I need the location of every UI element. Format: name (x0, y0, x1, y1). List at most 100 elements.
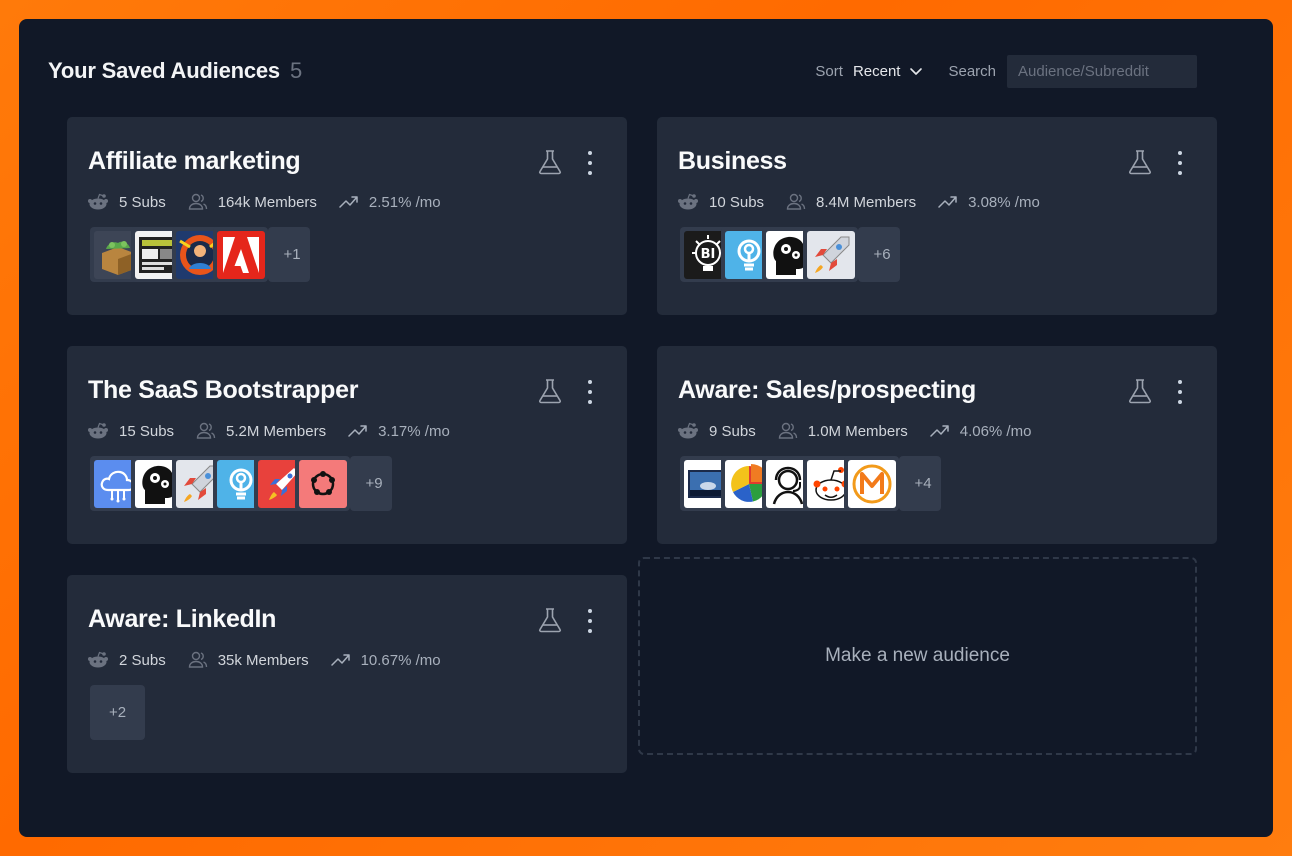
more-options-icon[interactable] (1170, 378, 1190, 406)
growth-stat: 2.51% /mo (339, 194, 441, 211)
reddit-icon (678, 193, 698, 210)
subreddit-thumbnails: BI +6 (680, 227, 900, 282)
audience-count: 5 (289, 58, 303, 83)
subreddit-thumb[interactable] (803, 227, 858, 282)
users-icon (196, 422, 216, 439)
users-icon (778, 422, 797, 439)
more-subs-badge[interactable]: +1 (268, 227, 310, 282)
subs-stat: 10 Subs (677, 193, 764, 211)
audience-card[interactable]: Aware: Sales/prospecting 9 Subs 1.0M Mem… (657, 346, 1217, 544)
search-input[interactable] (1007, 54, 1197, 88)
more-options-icon[interactable] (1170, 149, 1190, 177)
members-count: 35k Members (217, 651, 309, 669)
audience-stats: 5 Subs 164k Members 2.51% /mo (87, 193, 463, 211)
trending-up-icon (330, 654, 350, 666)
audience-name: Aware: LinkedIn (88, 605, 277, 633)
members-stat: 35k Members (188, 651, 309, 669)
more-subs-badge[interactable]: +4 (899, 456, 941, 511)
members-stat: 5.2M Members (196, 422, 326, 440)
audience-card[interactable]: The SaaS Bootstrapper 15 Subs 5.2M Membe… (67, 346, 627, 544)
more-subs-badge[interactable]: +2 (90, 685, 145, 740)
flask-icon[interactable] (1125, 376, 1155, 406)
adobe-icon (222, 236, 259, 273)
reddit-icon (88, 651, 108, 668)
growth-stat: 3.08% /mo (938, 194, 1040, 211)
subreddit-thumb[interactable] (213, 227, 268, 282)
subs-stat: 15 Subs (87, 422, 174, 440)
audience-card[interactable]: Business 10 Subs 8.4M Members 3.08% /mo … (657, 117, 1217, 315)
subs-count: 10 Subs (709, 193, 765, 211)
rocket-icon (814, 236, 849, 273)
growth-rate: 2.51% /mo (368, 193, 441, 211)
subreddit-thumbnails: +9 (90, 456, 392, 511)
audience-card[interactable]: Affiliate marketing 5 Subs 164k Members … (67, 117, 627, 315)
more-options-icon[interactable] (580, 607, 600, 635)
growth-stat: 4.06% /mo (929, 422, 1032, 440)
trending-up-icon (348, 425, 367, 437)
audience-name: Affiliate marketing (88, 147, 301, 175)
flask-icon[interactable] (1125, 147, 1155, 177)
users-icon (188, 651, 207, 668)
more-options-icon[interactable] (580, 149, 600, 177)
audience-stats: 15 Subs 5.2M Members 3.17% /mo (87, 422, 472, 440)
audience-stats: 9 Subs 1.0M Members 4.06% /mo (677, 422, 1053, 440)
reddit-icon (88, 422, 108, 439)
members-stat: 8.4M Members (786, 193, 916, 211)
header: Your Saved Audiences 5 Sort Recent Searc… (48, 54, 1197, 88)
audience-name: Business (678, 147, 787, 175)
audience-card[interactable]: Aware: LinkedIn 2 Subs 35k Members 10.67… (67, 575, 627, 773)
subs-stat: 9 Subs (677, 422, 756, 440)
growth-stat: 3.17% /mo (348, 423, 450, 440)
flask-icon[interactable] (535, 376, 565, 406)
more-options-icon[interactable] (580, 378, 600, 406)
members-count: 164k Members (217, 193, 317, 211)
subs-count: 15 Subs (119, 422, 175, 440)
subs-count: 2 Subs (119, 651, 166, 669)
search-label: Search (948, 62, 996, 80)
reddit-icon (678, 422, 698, 439)
m-logo-icon (852, 464, 891, 503)
pink-network-icon (310, 470, 335, 495)
header-controls: Sort Recent Search (815, 54, 1197, 88)
new-audience-button[interactable]: Make a new audience (638, 557, 1197, 755)
subs-stat: 5 Subs (87, 193, 166, 211)
subreddit-thumbnails: +2 (90, 685, 145, 740)
trending-up-icon (339, 196, 358, 208)
audience-name: Aware: Sales/prospecting (678, 376, 977, 404)
trending-up-icon (929, 425, 949, 437)
subs-count: 5 Subs (119, 193, 166, 211)
sort-value: Recent (852, 62, 901, 80)
members-count: 1.0M Members (807, 422, 908, 440)
flask-icon[interactable] (535, 605, 565, 635)
subreddit-thumb[interactable] (844, 456, 899, 511)
audience-stats: 2 Subs 35k Members 10.67% /mo (87, 651, 463, 669)
members-count: 5.2M Members (226, 422, 327, 440)
growth-rate: 3.08% /mo (968, 193, 1040, 211)
subreddit-thumbnails: +1 (90, 227, 310, 282)
sort-label: Sort (815, 62, 843, 80)
growth-rate: 10.67% /mo (360, 651, 441, 669)
members-stat: 164k Members (188, 193, 317, 211)
page-title: Your Saved Audiences (48, 58, 280, 83)
subs-stat: 2 Subs (87, 651, 166, 669)
subreddit-thumbnails: +4 (680, 456, 941, 511)
sort-dropdown[interactable]: Recent (853, 63, 925, 80)
audience-name: The SaaS Bootstrapper (88, 376, 359, 404)
growth-rate: 4.06% /mo (959, 422, 1032, 440)
more-subs-badge[interactable]: +9 (350, 456, 392, 511)
chevron-down-icon (910, 68, 923, 75)
audience-stats: 10 Subs 8.4M Members 3.08% /mo (677, 193, 1062, 211)
members-count: 8.4M Members (816, 193, 917, 211)
users-icon (188, 193, 207, 210)
svg-text:BI: BI (700, 247, 715, 262)
growth-stat: 10.67% /mo (330, 651, 441, 669)
trending-up-icon (938, 196, 957, 208)
flask-icon[interactable] (535, 147, 565, 177)
reddit-icon (88, 193, 108, 210)
members-stat: 1.0M Members (778, 422, 908, 440)
growth-rate: 3.17% /mo (378, 422, 450, 440)
subreddit-thumb[interactable] (295, 456, 350, 511)
title-wrap: Your Saved Audiences 5 (48, 58, 302, 84)
more-subs-badge[interactable]: +6 (858, 227, 900, 282)
users-icon (786, 193, 806, 210)
